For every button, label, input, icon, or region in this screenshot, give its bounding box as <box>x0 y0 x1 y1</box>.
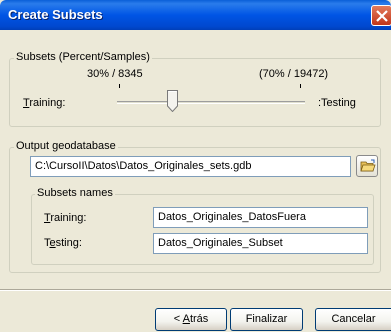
testing-name-field[interactable]: Datos_Originales_Subset <box>153 233 368 254</box>
close-icon <box>376 10 388 22</box>
title-bar: Create Subsets <box>0 0 391 30</box>
window-title: Create Subsets <box>8 7 103 22</box>
split-slider-thumb[interactable] <box>167 90 178 112</box>
slider-tick-min <box>119 84 120 88</box>
testing-name-label: Testing: <box>44 237 82 249</box>
split-slider-track[interactable] <box>117 101 305 104</box>
cancel-button[interactable]: Cancelar <box>315 308 391 331</box>
training-name-label: Training: <box>44 212 87 224</box>
finish-button[interactable]: Finalizar <box>230 308 303 331</box>
subset-names-group <box>31 194 374 265</box>
subsets-group-legend: Subsets (Percent/Samples) <box>14 51 152 63</box>
browse-folder-button[interactable] <box>356 155 378 177</box>
slider-tick-max <box>300 84 301 88</box>
subset-names-legend: Subsets names <box>35 187 115 199</box>
open-folder-icon <box>360 159 376 172</box>
back-button[interactable]: < Atrás <box>155 308 227 331</box>
footer-separator <box>0 289 391 291</box>
close-button[interactable] <box>371 5 391 26</box>
training-percent-value: 30% / 8345 <box>87 68 143 80</box>
output-group-legend: Output geodatabase <box>14 140 118 152</box>
output-path-field[interactable]: C:\CursoII\Datos\Datos_Originales_sets.g… <box>30 156 351 177</box>
slider-training-label: Training: <box>23 97 66 109</box>
training-name-field[interactable]: Datos_Originales_DatosFuera <box>153 207 368 228</box>
testing-percent-value: (70% / 19472) <box>259 68 329 80</box>
slider-testing-label: :Testing <box>318 97 356 109</box>
